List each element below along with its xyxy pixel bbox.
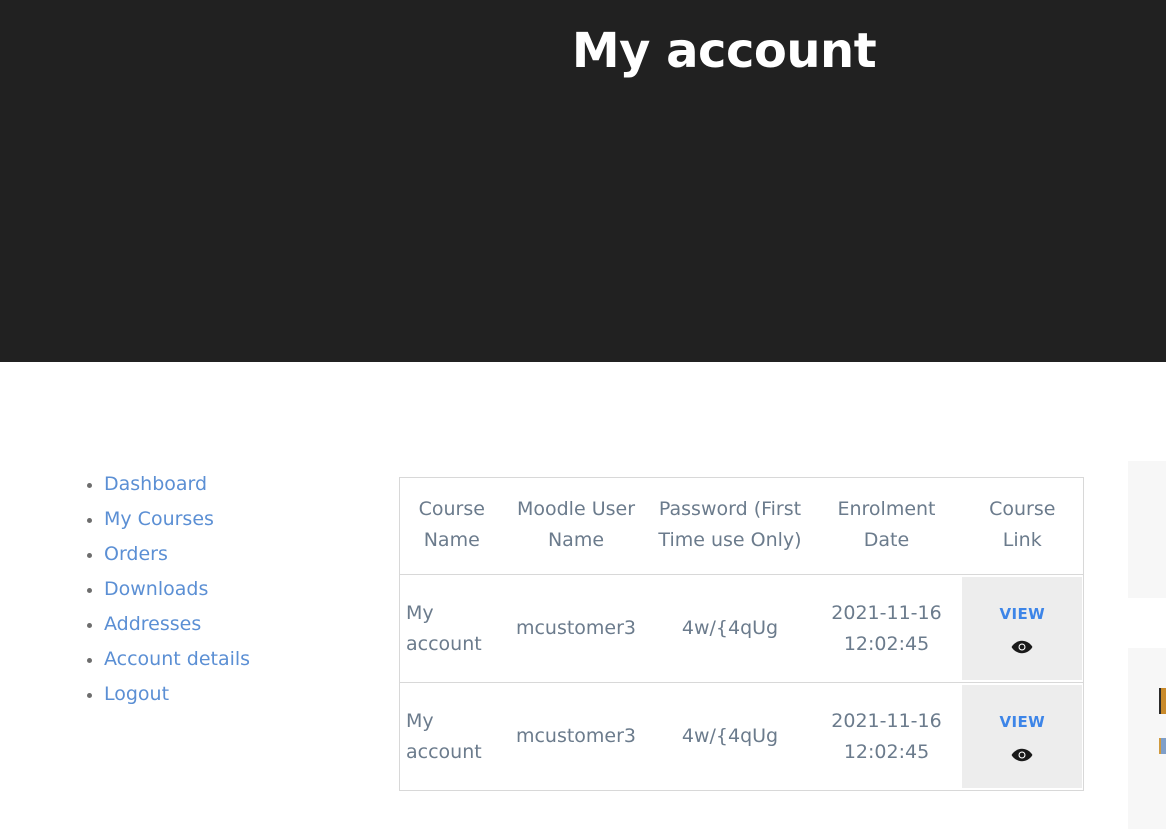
enrolment-date-time: 12:02:45 (843, 632, 930, 655)
right-edge-marker-blue (1159, 738, 1166, 754)
column-header-password: Password (First Time use Only) (648, 477, 812, 575)
enrolment-date-time: 12:02:45 (843, 740, 930, 763)
sidebar-item-account-details[interactable]: Account details (86, 642, 250, 677)
courses-table-container: Course Name Moodle User Name Password (F… (399, 477, 1084, 791)
eye-icon (1011, 741, 1033, 762)
table-header: Course Name Moodle User Name Password (F… (399, 477, 1084, 575)
cell-course-name: My account (399, 574, 504, 683)
sidebar-item-dashboard[interactable]: Dashboard (86, 467, 250, 502)
cell-enrolment-date: 2021-11-16 12:02:45 (811, 574, 962, 683)
courses-table: Course Name Moodle User Name Password (F… (399, 477, 1084, 791)
view-button-label: VIEW (999, 605, 1046, 623)
column-header-course-link: Course Link (961, 477, 1084, 575)
page-title: My account (571, 23, 877, 79)
table-header-row: Course Name Moodle User Name Password (F… (399, 477, 1084, 575)
eye-icon (1011, 633, 1033, 654)
sidebar-item-my-courses[interactable]: My Courses (86, 502, 250, 537)
view-button-label: VIEW (999, 713, 1046, 731)
cell-course-link: VIEW (961, 574, 1084, 683)
sidebar-item-label[interactable]: Downloads (104, 578, 208, 600)
sidebar-item-label[interactable]: Dashboard (104, 473, 207, 495)
enrolment-date-day: 2021-11-16 (831, 709, 942, 732)
sidebar-item-orders[interactable]: Orders (86, 537, 250, 572)
enrolment-date-day: 2021-11-16 (831, 601, 942, 624)
cell-password: 4w/{4qUg (681, 725, 779, 747)
sidebar-item-downloads[interactable]: Downloads (86, 572, 250, 607)
sidebar-item-addresses[interactable]: Addresses (86, 607, 250, 642)
sidebar-item-label[interactable]: Account details (104, 648, 250, 670)
page-header: My account (0, 0, 1166, 362)
cell-moodle-user-name: mcustomer3 (515, 725, 637, 747)
table-body: My account mcustomer3 4w/{4qUg 2021-11-1… (399, 574, 1084, 791)
column-header-course-name: Course Name (399, 477, 504, 575)
column-header-enrolment-date: Enrolment Date (811, 477, 962, 575)
cell-moodle-user-name: mcustomer3 (503, 574, 649, 683)
sidebar-item-label[interactable]: Addresses (104, 613, 201, 635)
view-course-button[interactable]: VIEW (962, 577, 1083, 680)
cell-course-link: VIEW (962, 683, 1084, 791)
account-navigation: Dashboard My Courses Orders Downloads Ad… (80, 467, 250, 712)
sidebar-item-logout[interactable]: Logout (86, 677, 250, 712)
right-edge-marker-amber (1159, 688, 1166, 714)
main-content: Dashboard My Courses Orders Downloads Ad… (0, 362, 1166, 829)
right-edge-panel-top (1128, 461, 1166, 598)
sidebar-item-label[interactable]: My Courses (104, 508, 214, 530)
sidebar-item-label[interactable]: Orders (104, 543, 168, 565)
sidebar-item-label[interactable]: Logout (104, 683, 169, 705)
table-row: My account mcustomer3 4w/{4qUg 2021-11-1… (400, 683, 1084, 791)
view-course-button[interactable]: VIEW (962, 685, 1083, 788)
cell-course-name: My account (406, 709, 482, 763)
cell-password: 4w/{4qUg (648, 574, 812, 683)
cell-enrolment-date: 2021-11-16 12:02:45 (812, 683, 962, 791)
table-row: My account mcustomer3 4w/{4qUg 2021-11-1… (399, 574, 1084, 683)
column-header-moodle-user-name: Moodle User Name (503, 477, 649, 575)
